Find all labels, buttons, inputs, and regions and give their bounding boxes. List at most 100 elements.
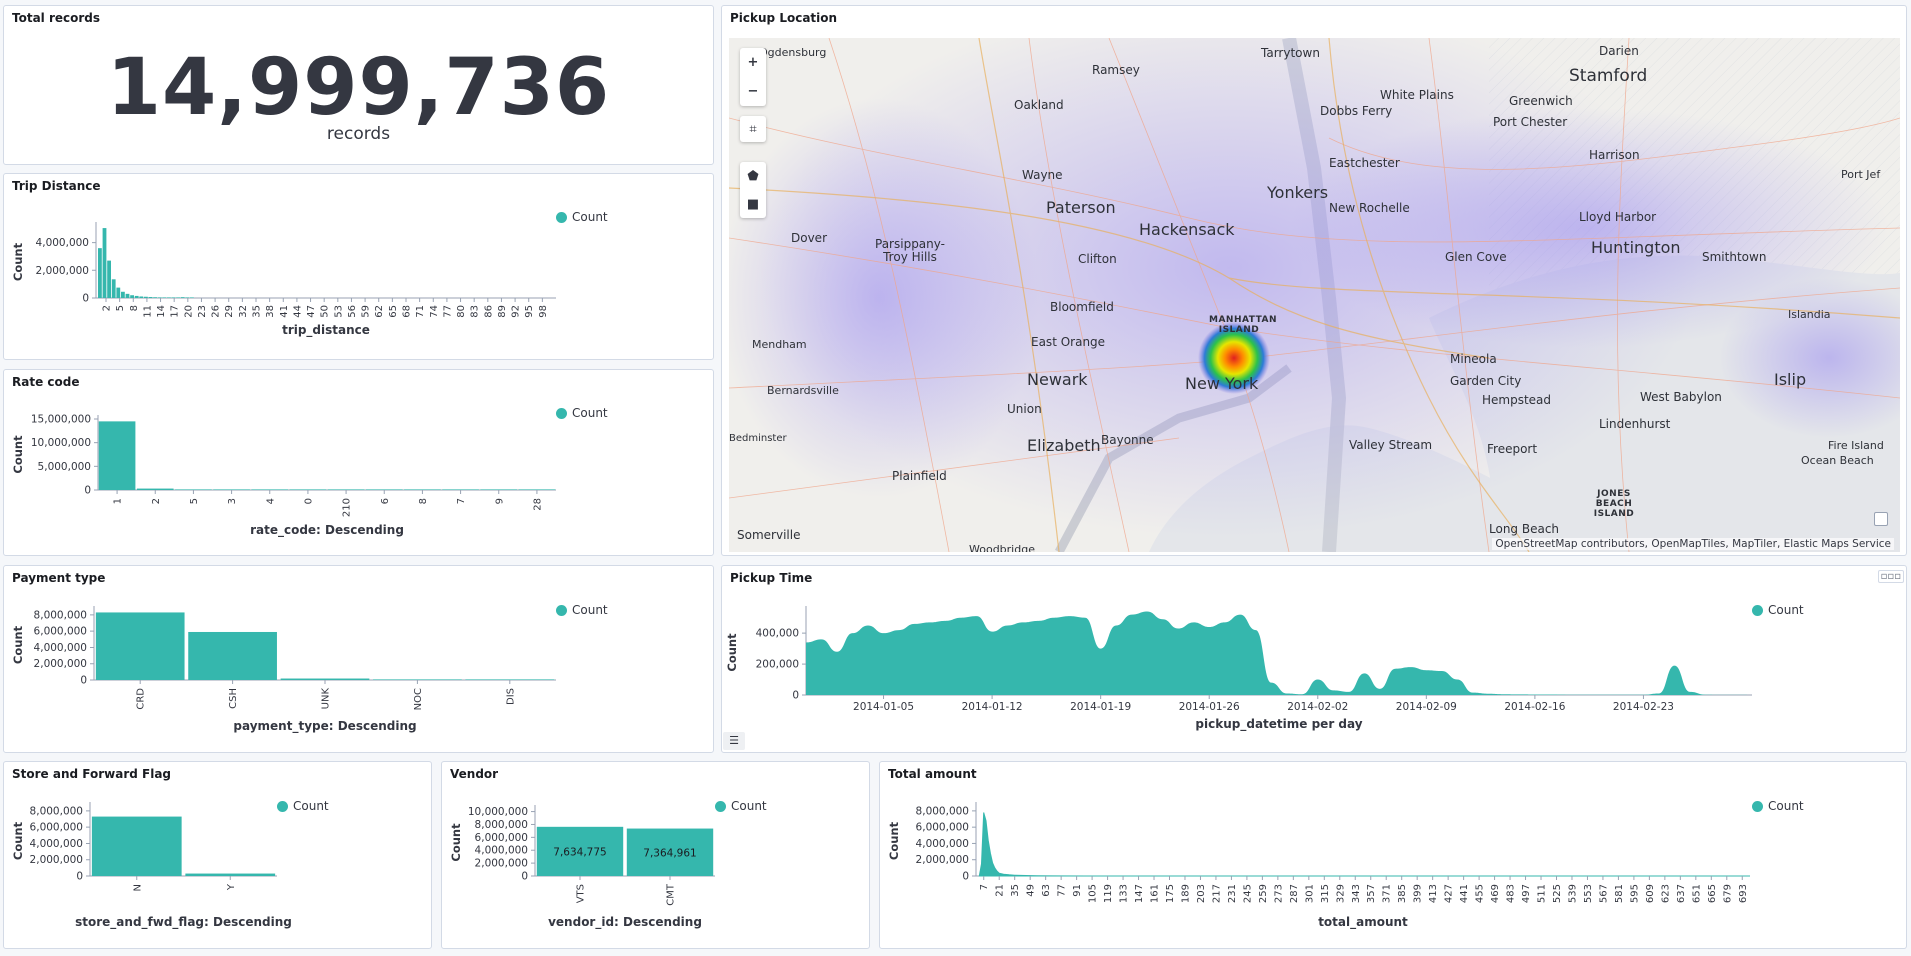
x-tick-label: 679	[1722, 884, 1733, 903]
y-axis-title: Count	[11, 435, 25, 474]
map-place-label: Port Chester	[1493, 115, 1568, 129]
map-place-label: Hempstead	[1482, 393, 1552, 407]
rate-code-panel: Rate code Count 15,000,000 10,000,000 5,00…	[3, 369, 714, 556]
map-canvas[interactable]: Ogdensburg Tarrytown Darien Stamford Ramsey O…	[729, 38, 1900, 552]
x-tick-label: 77	[442, 305, 453, 318]
total-amount-chart[interactable]: 8,000,000 6,000,000 4,000,000 2,000,000 0 Cou…	[880, 762, 1907, 949]
x-tick-label: 80	[456, 305, 467, 318]
map-place-label: Islandia	[1788, 308, 1831, 321]
chart-legend[interactable]: Count	[556, 406, 608, 420]
bar	[148, 297, 153, 298]
y-tick-label: 0	[80, 675, 87, 687]
x-tick-label: 567	[1598, 884, 1609, 903]
rectangle-icon[interactable]: ■	[747, 197, 759, 212]
map-place-label: Long Beach	[1489, 522, 1560, 536]
x-tick-label: 497	[1521, 884, 1532, 903]
x-tick-label: 2	[102, 305, 113, 311]
x-tick-label: CSH	[228, 688, 239, 709]
x-tick-label: 595	[1629, 884, 1640, 903]
x-tick-label: 413	[1428, 884, 1439, 903]
x-axis-title: payment_type: Descending	[233, 719, 416, 734]
map-attribution[interactable]: OpenStreetMap contributors, OpenMapTiles…	[1492, 538, 1894, 550]
y-tick-label: 4,000,000	[36, 237, 89, 249]
legend-dot	[1752, 800, 1763, 812]
x-tick-label: 119	[1103, 884, 1114, 903]
legend-dot	[556, 407, 567, 419]
x-tick-label: 539	[1567, 884, 1578, 903]
x-tick-label: 7	[456, 498, 467, 504]
trip-distance-chart[interactable]: 4,000,0002,000,0000Counttrip_distance2 5 8…	[4, 174, 714, 360]
bar	[373, 679, 462, 680]
x-axis-title: trip_distance	[282, 323, 370, 338]
map-place-label: New Rochelle	[1329, 201, 1410, 215]
x-tick-label: 693	[1738, 884, 1749, 903]
rate-code-chart[interactable]: 15,000,000 10,000,000 5,000,000 0 Count rate_…	[4, 370, 714, 556]
store-fwd-chart[interactable]: 8,000,000 6,000,000 4,000,000 2,000,000 0 Cou…	[4, 762, 432, 949]
x-tick-label: 2014-01-26	[1179, 701, 1240, 713]
x-tick-label: 427	[1444, 884, 1455, 903]
legend-dot	[715, 800, 726, 812]
area-series	[806, 611, 1752, 695]
x-tick-label: N	[132, 884, 143, 891]
map-place-label: West Babylon	[1640, 390, 1722, 404]
legend-dot	[277, 800, 288, 812]
chart-legend[interactable]: Count	[715, 799, 767, 813]
x-tick-label: 1	[113, 498, 124, 504]
x-tick-label: 20	[183, 305, 194, 318]
chart-legend[interactable]: Count	[1752, 603, 1804, 617]
crop-icon[interactable]: ⌗	[749, 122, 756, 137]
bar	[185, 297, 190, 298]
x-tick-label: 525	[1552, 884, 1563, 903]
x-tick-label: 0	[303, 498, 314, 504]
legend-label: Count	[572, 406, 608, 420]
payment-type-chart[interactable]: 8,000,000 6,000,000 4,000,000 2,000,000 0 Cou…	[4, 566, 714, 753]
x-tick-label: 4	[265, 498, 276, 504]
y-tick-label: 5,000,000	[38, 461, 91, 473]
panel-options-icon[interactable]: ▫▫▫	[1877, 570, 1904, 583]
map-place-label: Ramsey	[1092, 63, 1140, 77]
map-place-label: Smithtown	[1702, 250, 1767, 264]
bar	[153, 297, 157, 298]
x-tick-label: 651	[1691, 884, 1702, 903]
x-tick-label: 203	[1196, 884, 1207, 903]
bar	[139, 296, 144, 298]
x-tick-label: 357	[1366, 884, 1377, 903]
x-tick-label: 665	[1707, 884, 1718, 903]
legend-toggle-icon[interactable]: ☰	[723, 732, 745, 750]
x-tick-label: 329	[1335, 884, 1346, 903]
map-place-label: Darien	[1599, 44, 1639, 58]
pickup-time-chart[interactable]: 400,000 200,000 0 Count pickup_datetime per …	[722, 566, 1907, 753]
y-tick-label: 15,000,000	[31, 414, 91, 426]
map-labels: Ogdensburg Tarrytown Darien Stamford Ramsey O…	[729, 38, 1900, 552]
chart-legend[interactable]: Count	[556, 210, 608, 224]
panel-title: Total records	[12, 11, 101, 25]
x-axis-title: store_and_fwd_flag: Descending	[75, 915, 292, 930]
bar-data-label: 7,364,961	[643, 847, 696, 859]
chart-legend[interactable]: Count	[277, 799, 329, 813]
zoom-controls: + −	[740, 48, 766, 106]
chart-legend[interactable]: Count	[556, 603, 608, 617]
chart-legend[interactable]: Count	[1752, 799, 1804, 813]
x-tick-label: 161	[1150, 884, 1161, 903]
x-tick-label: 95	[524, 305, 535, 318]
bar	[465, 679, 555, 680]
x-tick-label: 8	[418, 498, 429, 504]
zoom-in-icon[interactable]: +	[748, 55, 759, 70]
x-tick-label: DIS	[505, 688, 516, 705]
map-place-label: Tarrytown	[1261, 46, 1320, 60]
x-tick-label: 343	[1351, 884, 1362, 903]
zoom-out-icon[interactable]: −	[748, 84, 759, 99]
bar	[213, 489, 250, 490]
map-place-label: Lloyd Harbor	[1579, 210, 1657, 224]
total-records-label: records	[326, 124, 391, 144]
vendor-chart[interactable]: 10,000,0008,000,0006,000,0004,000,0002,0…	[442, 762, 870, 949]
polygon-icon[interactable]: ⬟	[747, 169, 758, 184]
y-tick-label: 200,000	[756, 659, 799, 671]
area-series	[978, 812, 1750, 877]
draw-tools: ⬟ ■	[740, 162, 766, 218]
bar	[176, 297, 180, 298]
map-expand-icon[interactable]	[1874, 512, 1888, 526]
panel-title: Payment type	[12, 571, 106, 585]
legend-label: Count	[293, 799, 329, 813]
x-tick-label: 35	[252, 305, 263, 318]
